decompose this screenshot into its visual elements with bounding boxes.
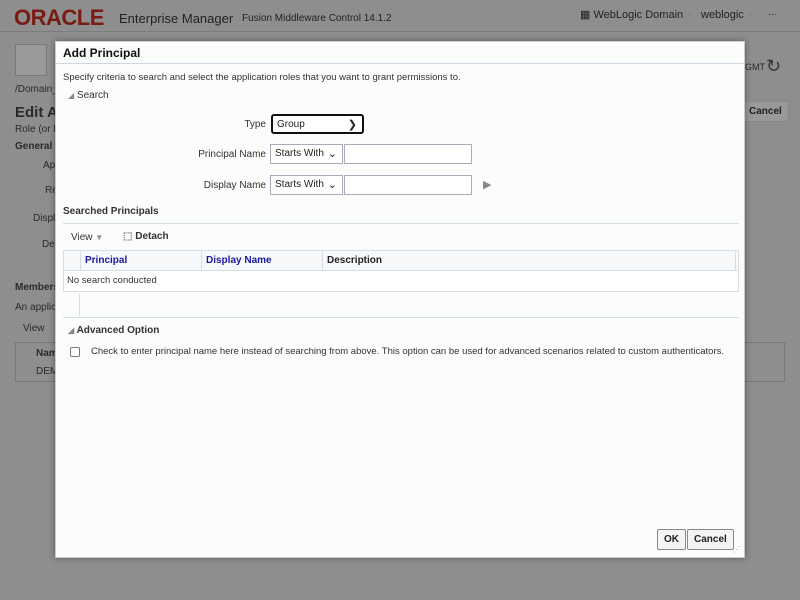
searched-principals-title: Searched Principals (63, 206, 159, 217)
bg-text: An applic (15, 302, 57, 313)
collapse-icon: ◢ (68, 326, 75, 335)
breadcrumb[interactable]: /Domain_ (15, 84, 58, 95)
display-operator-select[interactable]: Starts With ⌄ (270, 175, 343, 195)
bg-text: General (15, 141, 53, 152)
divider (79, 294, 80, 316)
cancel-button[interactable]: Cancel (687, 529, 734, 550)
collapse-icon: ◢ (68, 91, 75, 100)
dropdown-icon: ▼ (686, 11, 695, 20)
advanced-checkbox[interactable] (70, 347, 80, 357)
bg-text: Members (15, 282, 59, 293)
empty-message: No search conducted (67, 275, 157, 286)
ok-button[interactable]: OK (657, 529, 686, 550)
bg-text: View (23, 323, 45, 334)
user-menu[interactable]: weblogic ▼ (701, 9, 755, 21)
principal-operator-select[interactable]: Starts With ⌄ (270, 144, 343, 164)
results-table: Principal Display Name Description No se… (63, 250, 739, 292)
column-description: Description (322, 251, 736, 271)
bg-cancel-button[interactable]: Cancel (742, 101, 789, 122)
bg-text: Displ (33, 213, 56, 224)
resize-handle-icon[interactable]: ⋰ (733, 545, 741, 554)
navigator-icon[interactable] (15, 44, 47, 76)
instructions: Specify criteria to search and select th… (63, 72, 461, 83)
column-display-name[interactable]: Display Name (201, 251, 322, 271)
oracle-logo: ORACLE (14, 5, 104, 30)
top-bar: ORACLE Enterprise Manager Fusion Middlew… (0, 0, 800, 32)
refresh-icon[interactable]: ↻ (766, 56, 781, 77)
domain-icon: ▦ (580, 9, 594, 21)
advanced-section-toggle[interactable]: ◢ Advanced Option (68, 325, 159, 336)
bg-text: De (42, 239, 55, 250)
display-name-label: Display Name (203, 180, 266, 191)
domain-menu[interactable]: ▦ WebLogic Domain ▼ (580, 8, 694, 21)
detach-icon: ⬚ (123, 231, 133, 242)
divider (63, 317, 739, 318)
table-header: Principal Display Name Description (64, 251, 738, 271)
search-section-toggle[interactable]: ◢ Search (68, 90, 109, 101)
dropdown-icon: ▼ (746, 11, 755, 20)
principal-name-input[interactable] (344, 144, 472, 164)
advanced-checkbox-label: Check to enter principal name here inste… (91, 346, 724, 357)
bg-text: GMT (745, 62, 765, 72)
principal-name-label: Principal Name (198, 149, 266, 160)
divider (63, 223, 739, 224)
bg-text: Role (or E (15, 124, 61, 135)
detach-button[interactable]: ⬚ Detach (123, 231, 169, 242)
product-subtitle: Fusion Middleware Control 14.1.2 (242, 13, 392, 24)
product-name: Enterprise Manager (119, 11, 234, 26)
add-principal-dialog: Add Principal Specify criteria to search… (55, 41, 745, 558)
dialog-title: Add Principal (56, 42, 744, 64)
chevron-down-icon: ⌄ (327, 148, 337, 160)
search-arrow-icon[interactable]: ▶ (483, 178, 491, 191)
column-principal[interactable]: Principal (80, 251, 201, 271)
page-title: Edit A (15, 104, 58, 121)
bg-text: Ap (43, 160, 56, 171)
type-select[interactable]: Group ❯ (271, 114, 364, 134)
chevron-down-icon: ❯ (347, 119, 357, 131)
dropdown-icon: ▼ (95, 233, 104, 242)
type-label: Type (244, 119, 266, 130)
more-icon[interactable]: ... (768, 6, 777, 18)
view-menu[interactable]: View ▼ (71, 232, 103, 243)
display-name-input[interactable] (344, 175, 472, 195)
chevron-down-icon: ⌄ (327, 179, 337, 191)
